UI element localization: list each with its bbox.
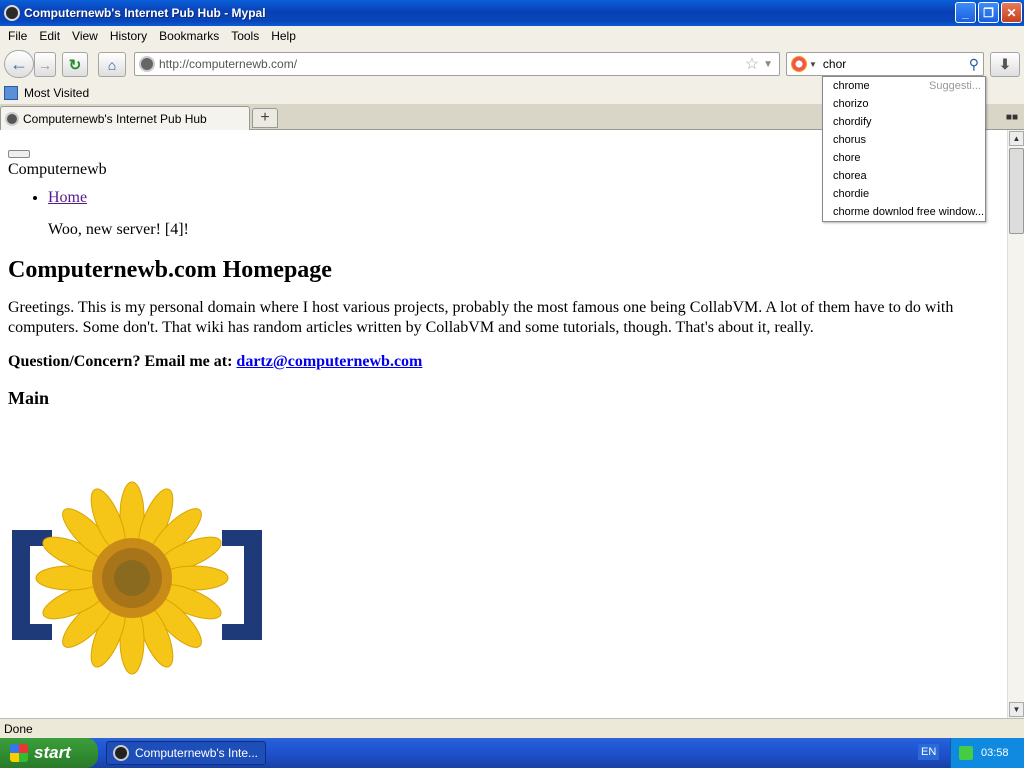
status-text: Done	[4, 721, 33, 736]
url-bar[interactable]: http://computernewb.com/ ☆ ▼	[134, 52, 780, 76]
menu-tools[interactable]: Tools	[225, 29, 265, 43]
downloads-button[interactable]: ⬇	[990, 52, 1020, 77]
system-tray: 03:58	[950, 738, 1024, 768]
taskbar: start Computernewb's Inte... EN 03:58	[0, 738, 1024, 768]
menu-edit[interactable]: Edit	[33, 29, 66, 43]
search-input[interactable]: chor	[823, 57, 969, 71]
scroll-up-button[interactable]: ▲	[1009, 131, 1024, 146]
home-icon: ⌂	[107, 56, 117, 73]
contact-line: Question/Concern? Email me at: dartz@com…	[8, 352, 999, 372]
suggestion-text: chrome	[833, 80, 870, 92]
suggestion-item[interactable]: chrome Suggesti...	[823, 77, 985, 95]
suggestion-text: chorizo	[833, 98, 869, 110]
suggestion-text: chorea	[833, 170, 867, 182]
suggestion-item[interactable]: chordify	[823, 113, 985, 131]
arrow-right-icon: →	[38, 56, 52, 73]
bookmark-star-icon[interactable]: ☆	[745, 54, 759, 74]
back-button[interactable]: ←	[4, 50, 34, 78]
suggestion-text: chorus	[833, 134, 867, 146]
suggestion-item[interactable]: chorme downlod free window...	[823, 203, 985, 221]
download-icon: ⬇	[999, 56, 1011, 72]
status-bar: Done	[0, 718, 1024, 738]
contact-label: Question/Concern? Email me at:	[8, 353, 233, 370]
vertical-scrollbar[interactable]: ▲ ▼	[1007, 130, 1024, 718]
suggestion-item[interactable]: chorea	[823, 167, 985, 185]
restore-button[interactable]: ❐	[978, 2, 999, 23]
reload-icon: ↻	[68, 56, 82, 74]
menu-file[interactable]: File	[2, 29, 33, 43]
url-text[interactable]: http://computernewb.com/	[159, 57, 745, 71]
mypal-icon	[4, 5, 20, 21]
mypal-task-icon	[113, 745, 129, 761]
sunflower-logo	[12, 481, 262, 675]
window-title: Computernewb's Internet Pub Hub - Mypal	[24, 6, 266, 20]
suggestion-text: chore	[833, 152, 861, 164]
clock[interactable]: 03:58	[981, 747, 1009, 759]
tab-favicon-icon	[5, 111, 19, 126]
network-icon[interactable]	[959, 746, 973, 760]
new-tab-button[interactable]: +	[252, 108, 278, 128]
menu-help[interactable]: Help	[265, 29, 302, 43]
scroll-thumb[interactable]	[1009, 148, 1024, 234]
windows-flag-icon	[10, 744, 28, 762]
intro-paragraph: Greetings. This is my personal domain wh…	[8, 299, 954, 336]
menu-bar: File Edit View History Bookmarks Tools H…	[0, 26, 1024, 46]
home-button[interactable]: ⌂	[98, 52, 126, 77]
start-label: start	[34, 743, 71, 762]
suggestion-item[interactable]: chore	[823, 149, 985, 167]
home-link[interactable]: Home	[48, 189, 87, 206]
tab-computernewb[interactable]: Computernewb's Internet Pub Hub	[0, 106, 250, 130]
menu-bookmarks[interactable]: Bookmarks	[153, 29, 225, 43]
task-label: Computernewb's Inte...	[135, 746, 259, 760]
suggestions-hint: Suggesti...	[929, 80, 981, 92]
bookmark-most-visited[interactable]: Most Visited	[24, 86, 89, 100]
tab-label: Computernewb's Internet Pub Hub	[23, 111, 207, 126]
suggestion-item[interactable]: chordie	[823, 185, 985, 203]
suggestion-text: chordify	[833, 116, 872, 128]
title-bar: Computernewb's Internet Pub Hub - Mypal …	[0, 0, 1024, 26]
language-indicator[interactable]: EN	[918, 744, 940, 760]
close-button[interactable]: ✕	[1001, 2, 1022, 23]
email-link[interactable]: dartz@computernewb.com	[236, 353, 422, 370]
search-bar[interactable]: ▼ chor ⚲	[786, 52, 984, 76]
tab-list-icon[interactable]: ■■	[1006, 112, 1018, 123]
url-history-dropdown-icon[interactable]: ▼	[763, 59, 773, 70]
suggestion-item[interactable]: chorizo	[823, 95, 985, 113]
search-suggestions: chrome Suggesti... chorizo chordify choru…	[822, 76, 986, 222]
forward-button[interactable]: →	[34, 52, 56, 77]
search-icon[interactable]: ⚲	[969, 56, 979, 73]
suggestion-text: chordie	[833, 188, 870, 200]
most-visited-icon	[4, 86, 18, 100]
section-heading: Main	[8, 388, 50, 408]
window-controls: _ ❐ ✕	[955, 2, 1022, 23]
site-identity-icon[interactable]	[139, 56, 155, 72]
suggestion-item[interactable]: chorus	[823, 131, 985, 149]
menu-history[interactable]: History	[104, 29, 153, 43]
menu-toggle-button[interactable]	[8, 150, 30, 158]
page-title: Computernewb.com Homepage	[8, 257, 332, 283]
start-button[interactable]: start	[0, 738, 98, 768]
minimize-button[interactable]: _	[955, 2, 976, 23]
news-text: Woo, new server! [4]!	[48, 221, 189, 238]
arrow-left-icon: ←	[10, 53, 28, 74]
search-engine-icon[interactable]	[791, 56, 807, 72]
engine-dropdown-icon[interactable]: ▼	[809, 60, 817, 69]
taskbar-item-browser[interactable]: Computernewb's Inte...	[106, 741, 266, 765]
suggestion-text: chorme downlod free window...	[833, 206, 985, 218]
scroll-down-button[interactable]: ▼	[1009, 702, 1024, 717]
menu-view[interactable]: View	[66, 29, 104, 43]
reload-button[interactable]: ↻	[62, 52, 88, 77]
